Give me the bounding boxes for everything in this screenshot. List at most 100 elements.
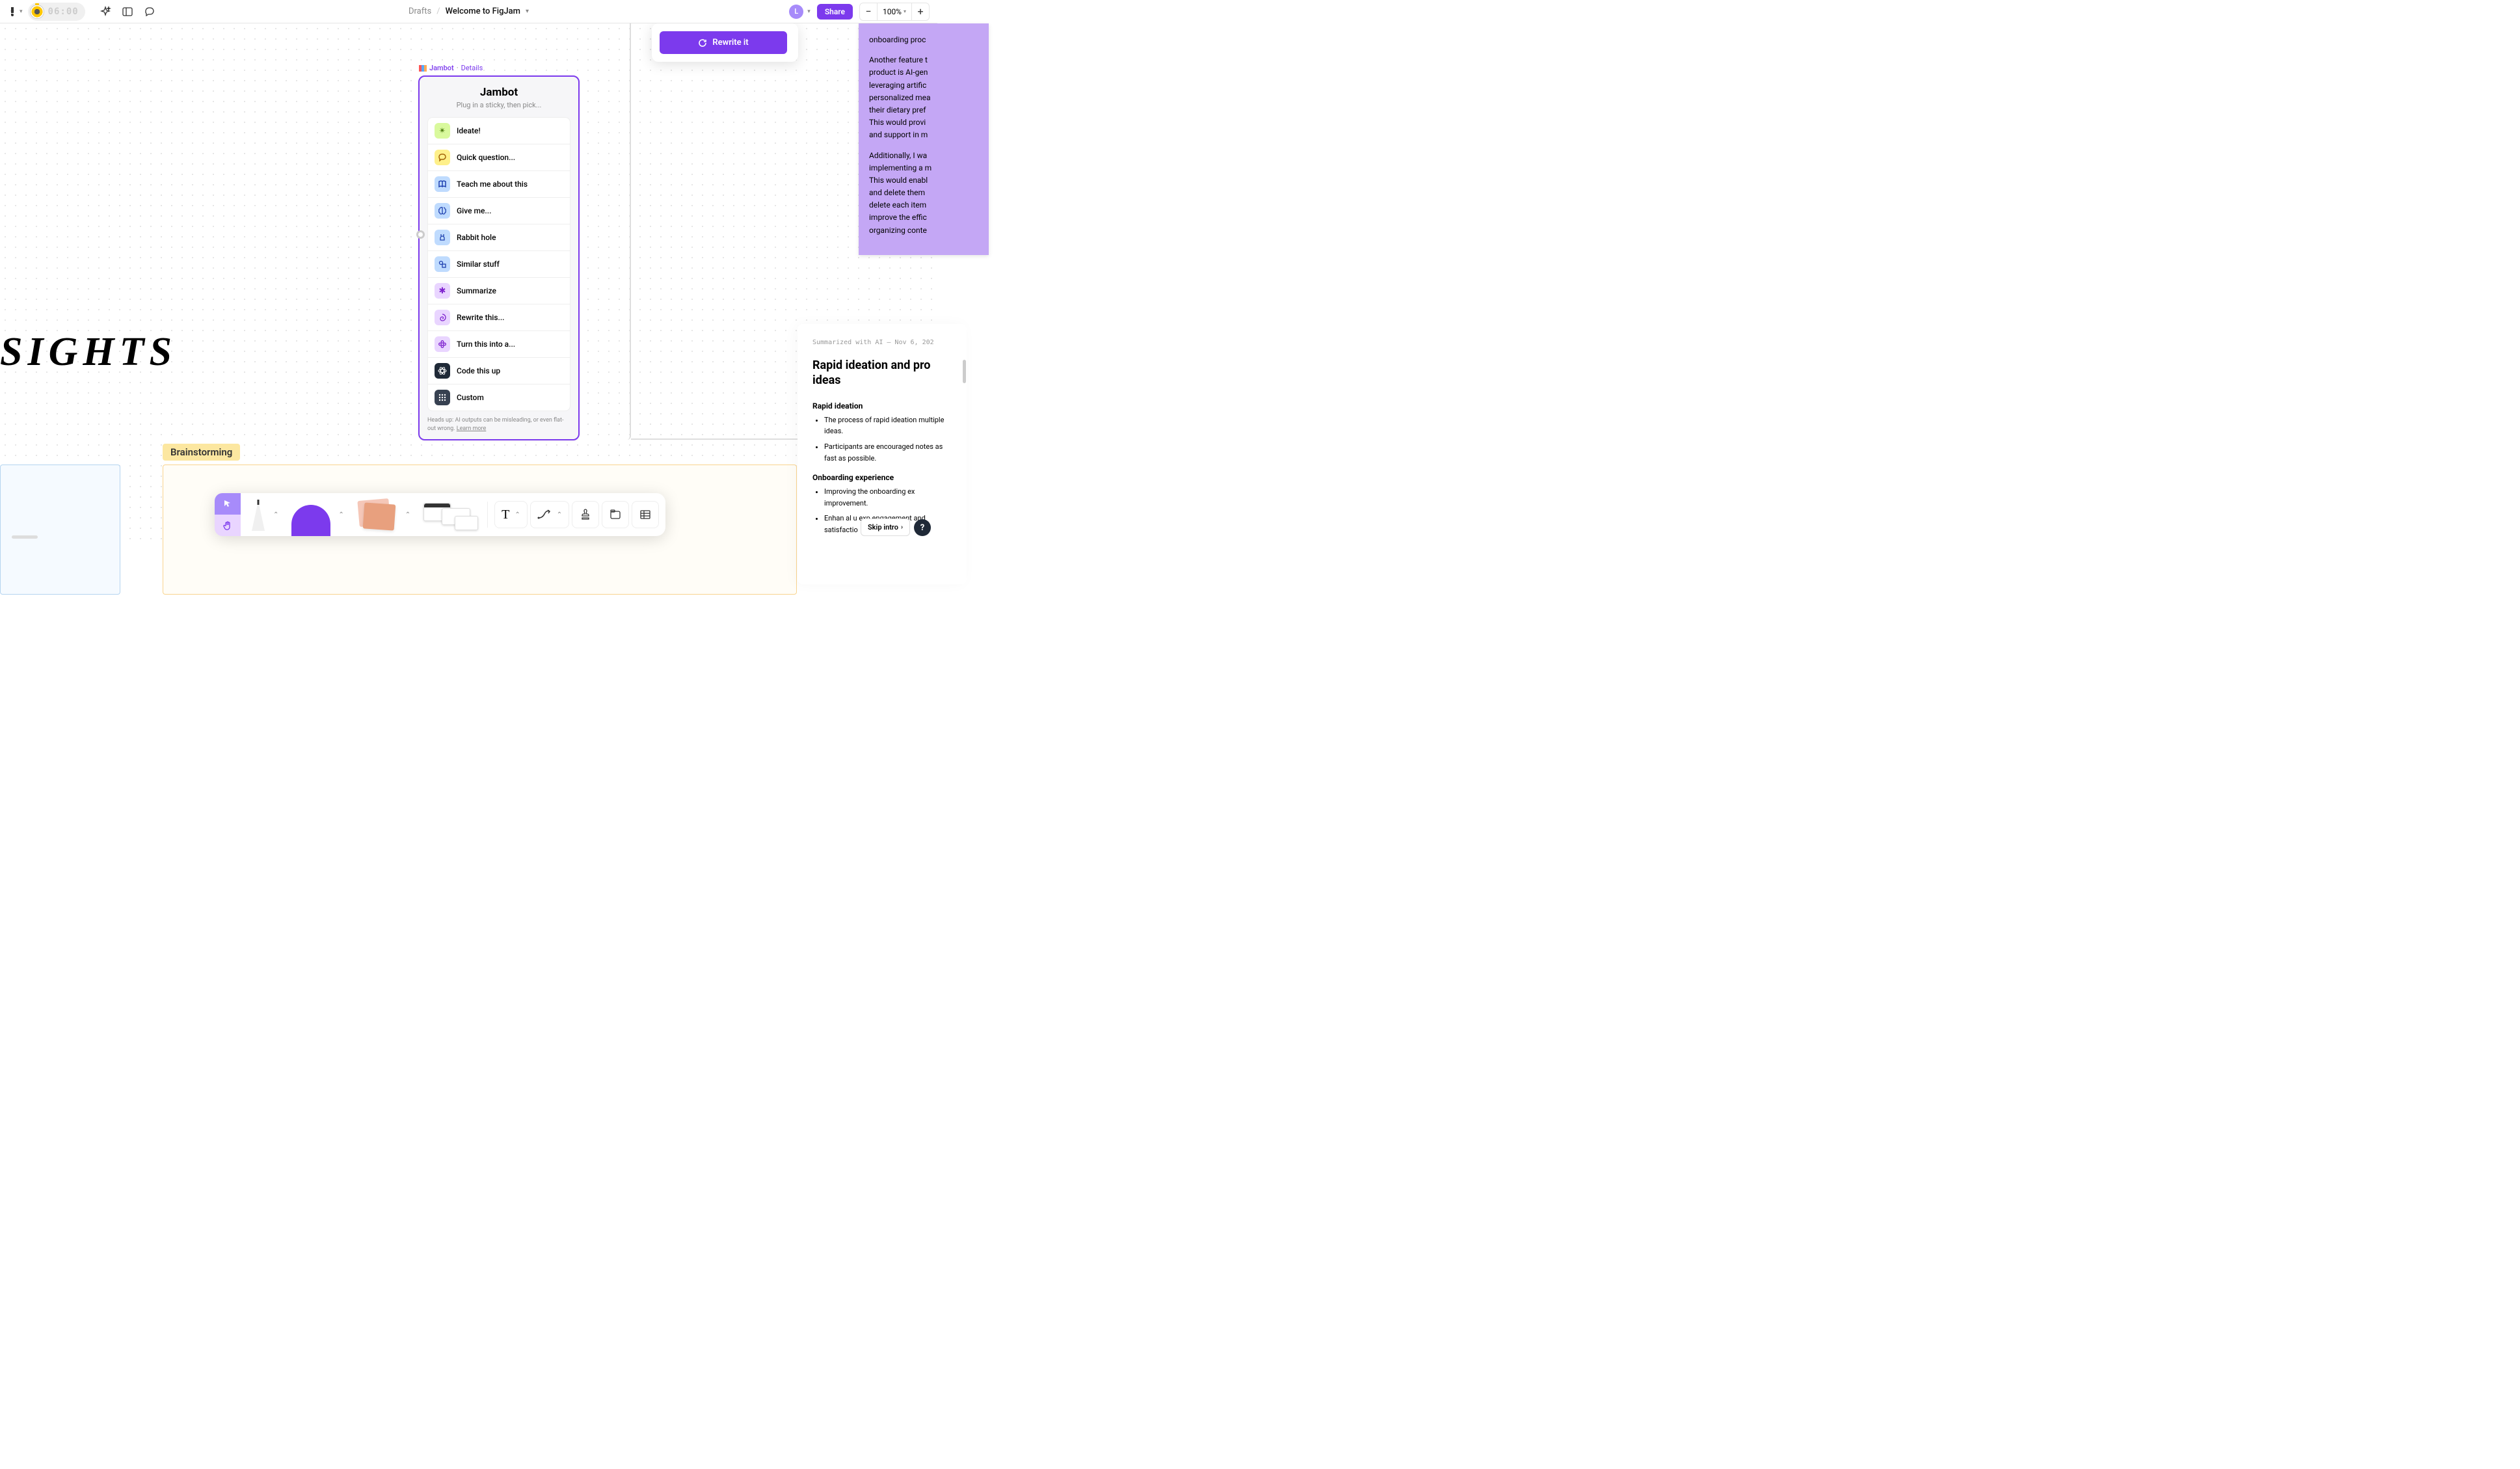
user-avatar[interactable]: L [789, 5, 803, 19]
summary-metadata: Summarized with AI — Nov 6, 202 [812, 339, 952, 346]
select-tool[interactable] [215, 493, 241, 515]
scrollbar[interactable] [963, 360, 966, 383]
summary-heading: Onboarding experience [812, 473, 952, 482]
chevron-up-icon[interactable]: ⌃ [512, 511, 522, 519]
purple-sticky-note[interactable]: onboarding proc Another feature t produc… [859, 23, 989, 255]
table-tool[interactable] [632, 501, 659, 528]
stamp-icon [580, 509, 591, 520]
skip-intro-button[interactable]: Skip intro › [861, 519, 910, 536]
summary-heading: Rapid ideation [812, 401, 952, 411]
pen-tool-section: ⌃ [241, 493, 286, 536]
jambot-action-give-me[interactable]: Give me... [428, 198, 570, 224]
template-card [455, 516, 478, 530]
cursor-icon [223, 500, 232, 509]
sticky-paragraph: onboarding proc [869, 34, 978, 46]
widget-separator: · [457, 64, 459, 72]
breadcrumb: Drafts / Welcome to FigJam ▾ [409, 7, 529, 16]
panel-icon [122, 7, 133, 17]
text-icon: T [502, 507, 509, 522]
jambot-action-turn-into[interactable]: Turn this into a... [428, 331, 570, 358]
sights-heading[interactable]: SIGHTS [0, 329, 177, 375]
disclaimer-text: Heads up: AI outputs can be misleading, … [427, 417, 563, 432]
jambot-action-teach[interactable]: Teach me about this [428, 171, 570, 198]
learn-more-link[interactable]: Learn more [457, 425, 487, 432]
jambot-action-rabbit-hole[interactable]: Rabbit hole [428, 224, 570, 251]
jambot-action-similar[interactable]: Similar stuff [428, 251, 570, 278]
jambot-action-code[interactable]: Code this up [428, 358, 570, 384]
main-menu-button[interactable]: ▾ [8, 7, 23, 16]
widget-name-link[interactable]: Jambot [429, 64, 454, 72]
chevron-down-icon: ▾ [20, 8, 23, 15]
sticky-front [362, 502, 395, 530]
ai-summary-panel[interactable]: Summarized with AI — Nov 6, 202 Rapid id… [798, 324, 967, 584]
shape-tool-section: ⌃ [286, 493, 346, 536]
node-connector-handle[interactable] [416, 230, 425, 239]
connector-icon [537, 509, 552, 520]
widget-icon [419, 65, 427, 72]
breadcrumb-current[interactable]: Welcome to FigJam [446, 7, 520, 16]
action-label: Rewrite this... [457, 313, 505, 322]
summary-bullet: The process of rapid ideation multiple i… [824, 414, 952, 437]
book-icon [435, 176, 450, 192]
atom-icon [435, 363, 450, 379]
jambot-action-rewrite[interactable]: Rewrite this... [428, 304, 570, 331]
zoom-controls: − 100% ▾ + [859, 3, 930, 21]
shapes-icon [435, 256, 450, 272]
frame-border [627, 23, 631, 440]
sticky-paragraph: Additionally, I wa implementing a m This… [869, 150, 978, 237]
section-tool[interactable] [602, 501, 629, 528]
jambot-action-summarize[interactable]: ✱ Summarize [428, 278, 570, 304]
chevron-up-icon[interactable]: ⌃ [554, 511, 565, 519]
ai-sparkle-button[interactable] [100, 6, 111, 18]
summary-bullet: Participants are encouraged notes as fas… [824, 441, 952, 464]
breadcrumb-parent[interactable]: Drafts [409, 7, 431, 16]
comment-button[interactable] [144, 6, 155, 18]
zoom-level-dropdown[interactable]: 100% ▾ [878, 3, 911, 21]
canvas[interactable]: SIGHTS Brainstorming Rapid ideation Jamb… [0, 23, 937, 546]
hand-tool[interactable] [215, 515, 241, 536]
chevron-right-icon: › [901, 524, 903, 531]
widget-details-link[interactable]: Details [461, 64, 483, 72]
chevron-up-icon[interactable]: ⌃ [336, 511, 346, 519]
jambot-widget[interactable]: Jambot Plug in a sticky, then pick... ✴ … [418, 75, 580, 440]
connector-tool[interactable]: ⌃ [530, 501, 569, 528]
action-label: Quick question... [457, 153, 515, 162]
action-label: Custom [457, 393, 484, 402]
bottom-left-handle[interactable] [12, 535, 38, 539]
sticky-note-tool[interactable] [355, 497, 400, 532]
summary-title: Rapid ideation and pro ideas [812, 358, 952, 388]
comment-icon [144, 7, 155, 17]
adjacent-section[interactable] [0, 465, 120, 595]
jambot-action-quick-question[interactable]: Quick question... [428, 144, 570, 171]
share-button[interactable]: Share [817, 4, 853, 20]
action-label: Similar stuff [457, 260, 500, 269]
chevron-down-icon[interactable]: ▾ [807, 8, 811, 15]
rewrite-it-button[interactable]: Rewrite it [660, 31, 787, 54]
help-button[interactable]: ? [914, 519, 931, 536]
summary-list: The process of rapid ideation multiple i… [812, 414, 952, 464]
section-label-brainstorming[interactable]: Brainstorming [163, 444, 240, 461]
zoom-in-button[interactable]: + [911, 3, 930, 21]
chat-icon [435, 150, 450, 165]
stamp-tool[interactable] [572, 501, 599, 528]
rabbit-icon [435, 230, 450, 245]
jambot-action-ideate[interactable]: ✴ Ideate! [428, 118, 570, 144]
timer-button[interactable]: 06:00 [28, 3, 85, 21]
skip-intro-label: Skip intro [868, 523, 898, 532]
shape-tool[interactable] [291, 505, 330, 536]
swirl-icon [435, 310, 450, 325]
jambot-title: Jambot [427, 86, 570, 99]
panel-toggle-button[interactable] [122, 6, 133, 18]
table-icon [639, 509, 651, 520]
jambot-action-custom[interactable]: Custom [428, 384, 570, 411]
chevron-up-icon[interactable]: ⌃ [403, 511, 413, 519]
marker-tool[interactable] [248, 498, 268, 531]
zoom-out-button[interactable]: − [859, 3, 878, 21]
timer-icon [30, 5, 44, 19]
grid-icon [435, 390, 450, 405]
text-tool[interactable]: T ⌃ [494, 501, 528, 528]
chevron-up-icon[interactable]: ⌃ [271, 511, 281, 519]
templates-tool[interactable] [423, 499, 482, 530]
jambot-subtitle: Plug in a sticky, then pick... [427, 101, 570, 109]
chevron-down-icon[interactable]: ▾ [526, 8, 529, 15]
